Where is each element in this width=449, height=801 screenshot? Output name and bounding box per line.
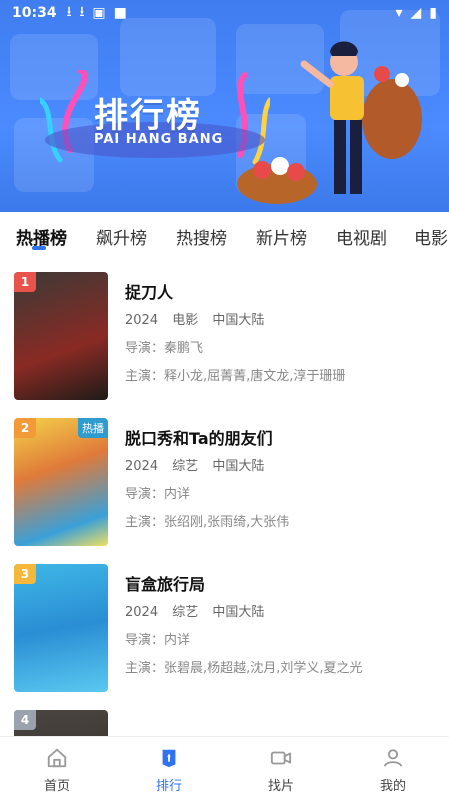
nav-home-label: 首页: [43, 779, 70, 794]
type: 电影: [172, 313, 199, 328]
profile-icon: [383, 749, 403, 767]
nav-ranking[interactable]: 排行: [124, 737, 214, 801]
nav-find[interactable]: 找片: [236, 737, 326, 801]
app-notification-icon: ▣: [92, 5, 106, 21]
tab-rising[interactable]: 飙升榜: [96, 224, 147, 249]
cast: 主演：释小龙,屈菁菁,唐文龙,淳于珊珊: [125, 369, 346, 384]
nav-ranking-label: 排行: [155, 779, 182, 794]
poster-image[interactable]: 3: [14, 564, 108, 692]
region: 中国大陆: [212, 313, 265, 328]
cast: 主演：张绍刚,张雨绮,大张伟: [125, 515, 290, 530]
download-icon: ⭳: [79, 4, 85, 20]
year: 2024: [125, 459, 159, 474]
home-icon: [47, 748, 67, 768]
type: 综艺: [172, 459, 199, 474]
poster-image[interactable]: 1: [14, 272, 108, 400]
wifi-icon: ▾: [395, 5, 403, 21]
ranking-tabs: 热播榜 飙升榜 热搜榜 新片榜 电视剧 电影: [0, 212, 449, 262]
title[interactable]: 脱口秀和Ta的朋友们: [125, 428, 435, 450]
nav-mine-label: 我的: [379, 779, 406, 794]
title[interactable]: 捉刀人: [125, 282, 435, 304]
director: 导演：秦鹏飞: [125, 341, 204, 356]
video-search-icon: [270, 751, 292, 765]
tab-new[interactable]: 新片榜: [256, 224, 307, 249]
status-time: 10:34: [12, 5, 57, 21]
tab-movie[interactable]: 电影: [414, 224, 448, 249]
banner-subtitle: PAI HANG BANG: [94, 132, 224, 147]
download-icon: ⭳: [66, 4, 72, 20]
bottom-navigation: 首页 排行 找片 我的: [0, 736, 449, 801]
nav-home[interactable]: 首页: [12, 737, 102, 801]
list-item[interactable]: 2 热播 脱口秀和Ta的朋友们 2024 综艺 中国大陆 导演：内详 主演：张绍…: [0, 408, 449, 546]
list-item[interactable]: 3 盲盒旅行局 2024 综艺 中国大陆 导演：内详 主演：张碧晨,杨超越,沈月…: [0, 554, 449, 692]
poster-image[interactable]: 2 热播: [14, 418, 108, 546]
ranking-icon: [162, 749, 176, 768]
type: 综艺: [172, 605, 199, 620]
tab-hot-search[interactable]: 热搜榜: [176, 224, 227, 249]
year: 2024: [125, 605, 159, 620]
status-bar: 10:34 ⭳ ⭳ ▣ ■ ▾ ◢ ▮: [0, 0, 449, 26]
ranking-banner: 排行榜 PAI HANG BANG 10:34 ⭳ ⭳ ▣ ■ ▾ ◢ ▮: [0, 0, 449, 212]
title[interactable]: 盲盒旅行局: [125, 574, 435, 596]
tab-tv-series[interactable]: 电视剧: [336, 224, 387, 249]
director: 导演：内详: [125, 633, 191, 648]
region: 中国大陆: [212, 605, 265, 620]
battery-icon: ▮: [429, 5, 437, 21]
active-tab-indicator: [32, 246, 46, 250]
list-item[interactable]: 4: [0, 700, 449, 736]
banner-title: 排行榜: [94, 96, 202, 136]
list-item[interactable]: 1 捉刀人 2024 电影 中国大陆 导演：秦鹏飞 主演：释小龙,屈菁菁,唐文龙…: [0, 262, 449, 400]
person-illustration: [237, 41, 422, 204]
ranking-list: 1 捉刀人 2024 电影 中国大陆 导演：秦鹏飞 主演：释小龙,屈菁菁,唐文龙…: [0, 262, 449, 736]
notification-square-icon: ■: [113, 5, 127, 21]
signal-icon: ◢: [410, 5, 422, 21]
rank-badge: 4: [14, 710, 36, 730]
poster-image[interactable]: 4: [14, 710, 108, 736]
director: 导演：内详: [125, 487, 191, 502]
hot-badge: 热播: [78, 418, 108, 438]
meta-info: 2024 综艺 中国大陆: [125, 458, 435, 476]
year: 2024: [125, 313, 159, 328]
rank-badge: 2: [14, 418, 36, 438]
meta-info: 2024 综艺 中国大陆: [125, 604, 435, 622]
meta-info: 2024 电影 中国大陆: [125, 312, 435, 330]
rank-badge: 3: [14, 564, 36, 584]
region: 中国大陆: [212, 459, 265, 474]
rank-badge: 1: [14, 272, 36, 292]
nav-find-label: 找片: [267, 779, 294, 794]
cast: 主演：张碧晨,杨超越,沈月,刘学义,夏之光: [125, 661, 363, 676]
nav-mine[interactable]: 我的: [348, 737, 438, 801]
